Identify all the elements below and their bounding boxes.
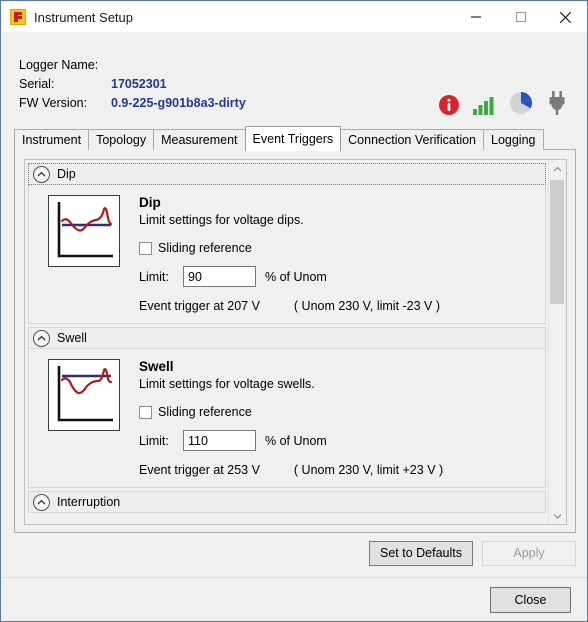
swell-trigger-text: Event trigger at 253 V bbox=[139, 463, 260, 477]
signal-strength-icon[interactable] bbox=[472, 94, 496, 116]
group-header-swell[interactable]: Swell bbox=[28, 327, 546, 349]
tab-connection-verification[interactable]: Connection Verification bbox=[340, 129, 484, 150]
fw-version-value: 0.9-225-g901b8a3-dirty bbox=[111, 96, 246, 110]
action-button-row: Set to Defaults Apply bbox=[14, 541, 576, 567]
scrollbar-thumb[interactable] bbox=[550, 180, 564, 304]
swell-limit-unit: % of Unom bbox=[265, 433, 327, 448]
dip-sliding-reference-checkbox[interactable] bbox=[139, 241, 152, 255]
swell-sliding-reference-label: Sliding reference bbox=[158, 405, 252, 419]
dip-limit-label: Limit: bbox=[139, 269, 169, 284]
set-to-defaults-button[interactable]: Set to Defaults bbox=[369, 541, 473, 566]
memory-pie-icon[interactable] bbox=[508, 90, 534, 116]
scroll-up-button[interactable] bbox=[549, 161, 565, 178]
swell-trigger-row: Event trigger at 253 V ( Unom 230 V, lim… bbox=[139, 463, 443, 477]
tab-instrument[interactable]: Instrument bbox=[14, 129, 90, 150]
power-plug-icon[interactable] bbox=[546, 90, 568, 116]
serial-label: Serial: bbox=[19, 77, 55, 91]
chevron-up-icon[interactable] bbox=[33, 493, 50, 511]
minimize-icon[interactable] bbox=[453, 2, 498, 32]
dip-limit-input[interactable] bbox=[183, 266, 256, 287]
swell-limit-input[interactable] bbox=[183, 430, 256, 451]
dip-description: Limit settings for voltage dips. bbox=[139, 213, 304, 227]
fields-swell: Swell Limit settings for voltage swells.… bbox=[139, 359, 443, 477]
chevron-up-icon[interactable] bbox=[33, 165, 50, 183]
maximize-icon[interactable] bbox=[498, 2, 543, 32]
close-button[interactable]: Close bbox=[490, 587, 571, 613]
status-icon-group bbox=[438, 90, 568, 116]
group-body-dip: Dip Limit settings for voltage dips. Sli… bbox=[28, 185, 546, 324]
device-info-list: Logger Name: Serial: 17052301 FW Version… bbox=[19, 56, 246, 113]
fluke-logo-icon bbox=[10, 9, 26, 25]
title-bar: Instrument Setup bbox=[2, 2, 587, 33]
swell-sliding-reference-checkbox[interactable] bbox=[139, 405, 152, 419]
group-header-dip[interactable]: Dip bbox=[28, 163, 546, 185]
voltage-swell-waveform-icon bbox=[48, 359, 120, 431]
dip-sliding-reference-label: Sliding reference bbox=[158, 241, 252, 255]
swell-sliding-reference-row[interactable]: Sliding reference bbox=[139, 405, 443, 419]
dip-trigger-note: ( Unom 230 V, limit -23 V ) bbox=[293, 299, 441, 313]
swell-title: Swell bbox=[139, 359, 174, 374]
apply-button[interactable]: Apply bbox=[482, 541, 576, 566]
tab-measurement[interactable]: Measurement bbox=[153, 129, 246, 150]
settings-vertical-scrollbar[interactable] bbox=[548, 161, 565, 524]
group-header-interruption[interactable]: Interruption bbox=[28, 491, 546, 513]
window-controls bbox=[453, 2, 587, 32]
window-title: Instrument Setup bbox=[34, 9, 133, 25]
swell-limit-label: Limit: bbox=[139, 433, 169, 448]
group-label-dip: Dip bbox=[57, 167, 76, 181]
tab-strip: Instrument Topology Measurement Event Tr… bbox=[14, 126, 576, 151]
swell-description: Limit settings for voltage swells. bbox=[139, 377, 315, 391]
dip-trigger-text: Event trigger at 207 V bbox=[139, 299, 260, 313]
scroll-down-button[interactable] bbox=[549, 508, 565, 524]
tab-page-event-triggers: Dip Dip Limit settings for voltage dips.… bbox=[14, 149, 576, 533]
logger-name-label: Logger Name: bbox=[19, 58, 99, 72]
fw-version-label: FW Version: bbox=[19, 96, 88, 110]
chevron-up-icon[interactable] bbox=[33, 329, 50, 347]
swell-trigger-note: ( Unom 230 V, limit +23 V ) bbox=[293, 463, 444, 477]
dip-trigger-row: Event trigger at 207 V ( Unom 230 V, lim… bbox=[139, 299, 440, 313]
tab-topology[interactable]: Topology bbox=[88, 129, 155, 150]
info-icon[interactable] bbox=[438, 94, 460, 116]
group-label-swell: Swell bbox=[57, 331, 87, 345]
dip-limit-unit: % of Unom bbox=[265, 269, 327, 284]
dip-sliding-reference-row[interactable]: Sliding reference bbox=[139, 241, 440, 255]
footer-bar: Close bbox=[2, 578, 587, 621]
tab-event-triggers[interactable]: Event Triggers bbox=[244, 126, 342, 151]
group-swell: Swell Swell Limit settings for voltage s… bbox=[28, 327, 546, 488]
serial-value: 17052301 bbox=[111, 77, 167, 91]
info-row: FW Version: 0.9-225-g901b8a3-dirty bbox=[19, 94, 246, 113]
dip-title: Dip bbox=[139, 195, 161, 210]
settings-scroll-host: Dip Dip Limit settings for voltage dips.… bbox=[24, 159, 567, 525]
group-dip: Dip Dip Limit settings for voltage dips.… bbox=[28, 163, 546, 324]
group-label-interruption: Interruption bbox=[57, 495, 121, 509]
dip-limit-row: Limit: % of Unom bbox=[139, 266, 440, 287]
voltage-dip-waveform-icon bbox=[48, 195, 120, 267]
settings-scroll-view: Dip Dip Limit settings for voltage dips.… bbox=[25, 160, 549, 524]
device-info-area: Logger Name: Serial: 17052301 FW Version… bbox=[2, 32, 587, 122]
tab-logging[interactable]: Logging bbox=[483, 129, 544, 150]
fields-dip: Dip Limit settings for voltage dips. Sli… bbox=[139, 195, 440, 313]
group-body-swell: Swell Limit settings for voltage swells.… bbox=[28, 349, 546, 488]
info-row: Logger Name: bbox=[19, 56, 246, 75]
swell-limit-row: Limit: % of Unom bbox=[139, 430, 443, 451]
info-row: Serial: 17052301 bbox=[19, 75, 246, 94]
group-interruption: Interruption bbox=[28, 491, 546, 513]
close-icon[interactable] bbox=[543, 2, 587, 32]
instrument-setup-window: Instrument Setup Logger Name: Serial: 17… bbox=[0, 0, 588, 622]
